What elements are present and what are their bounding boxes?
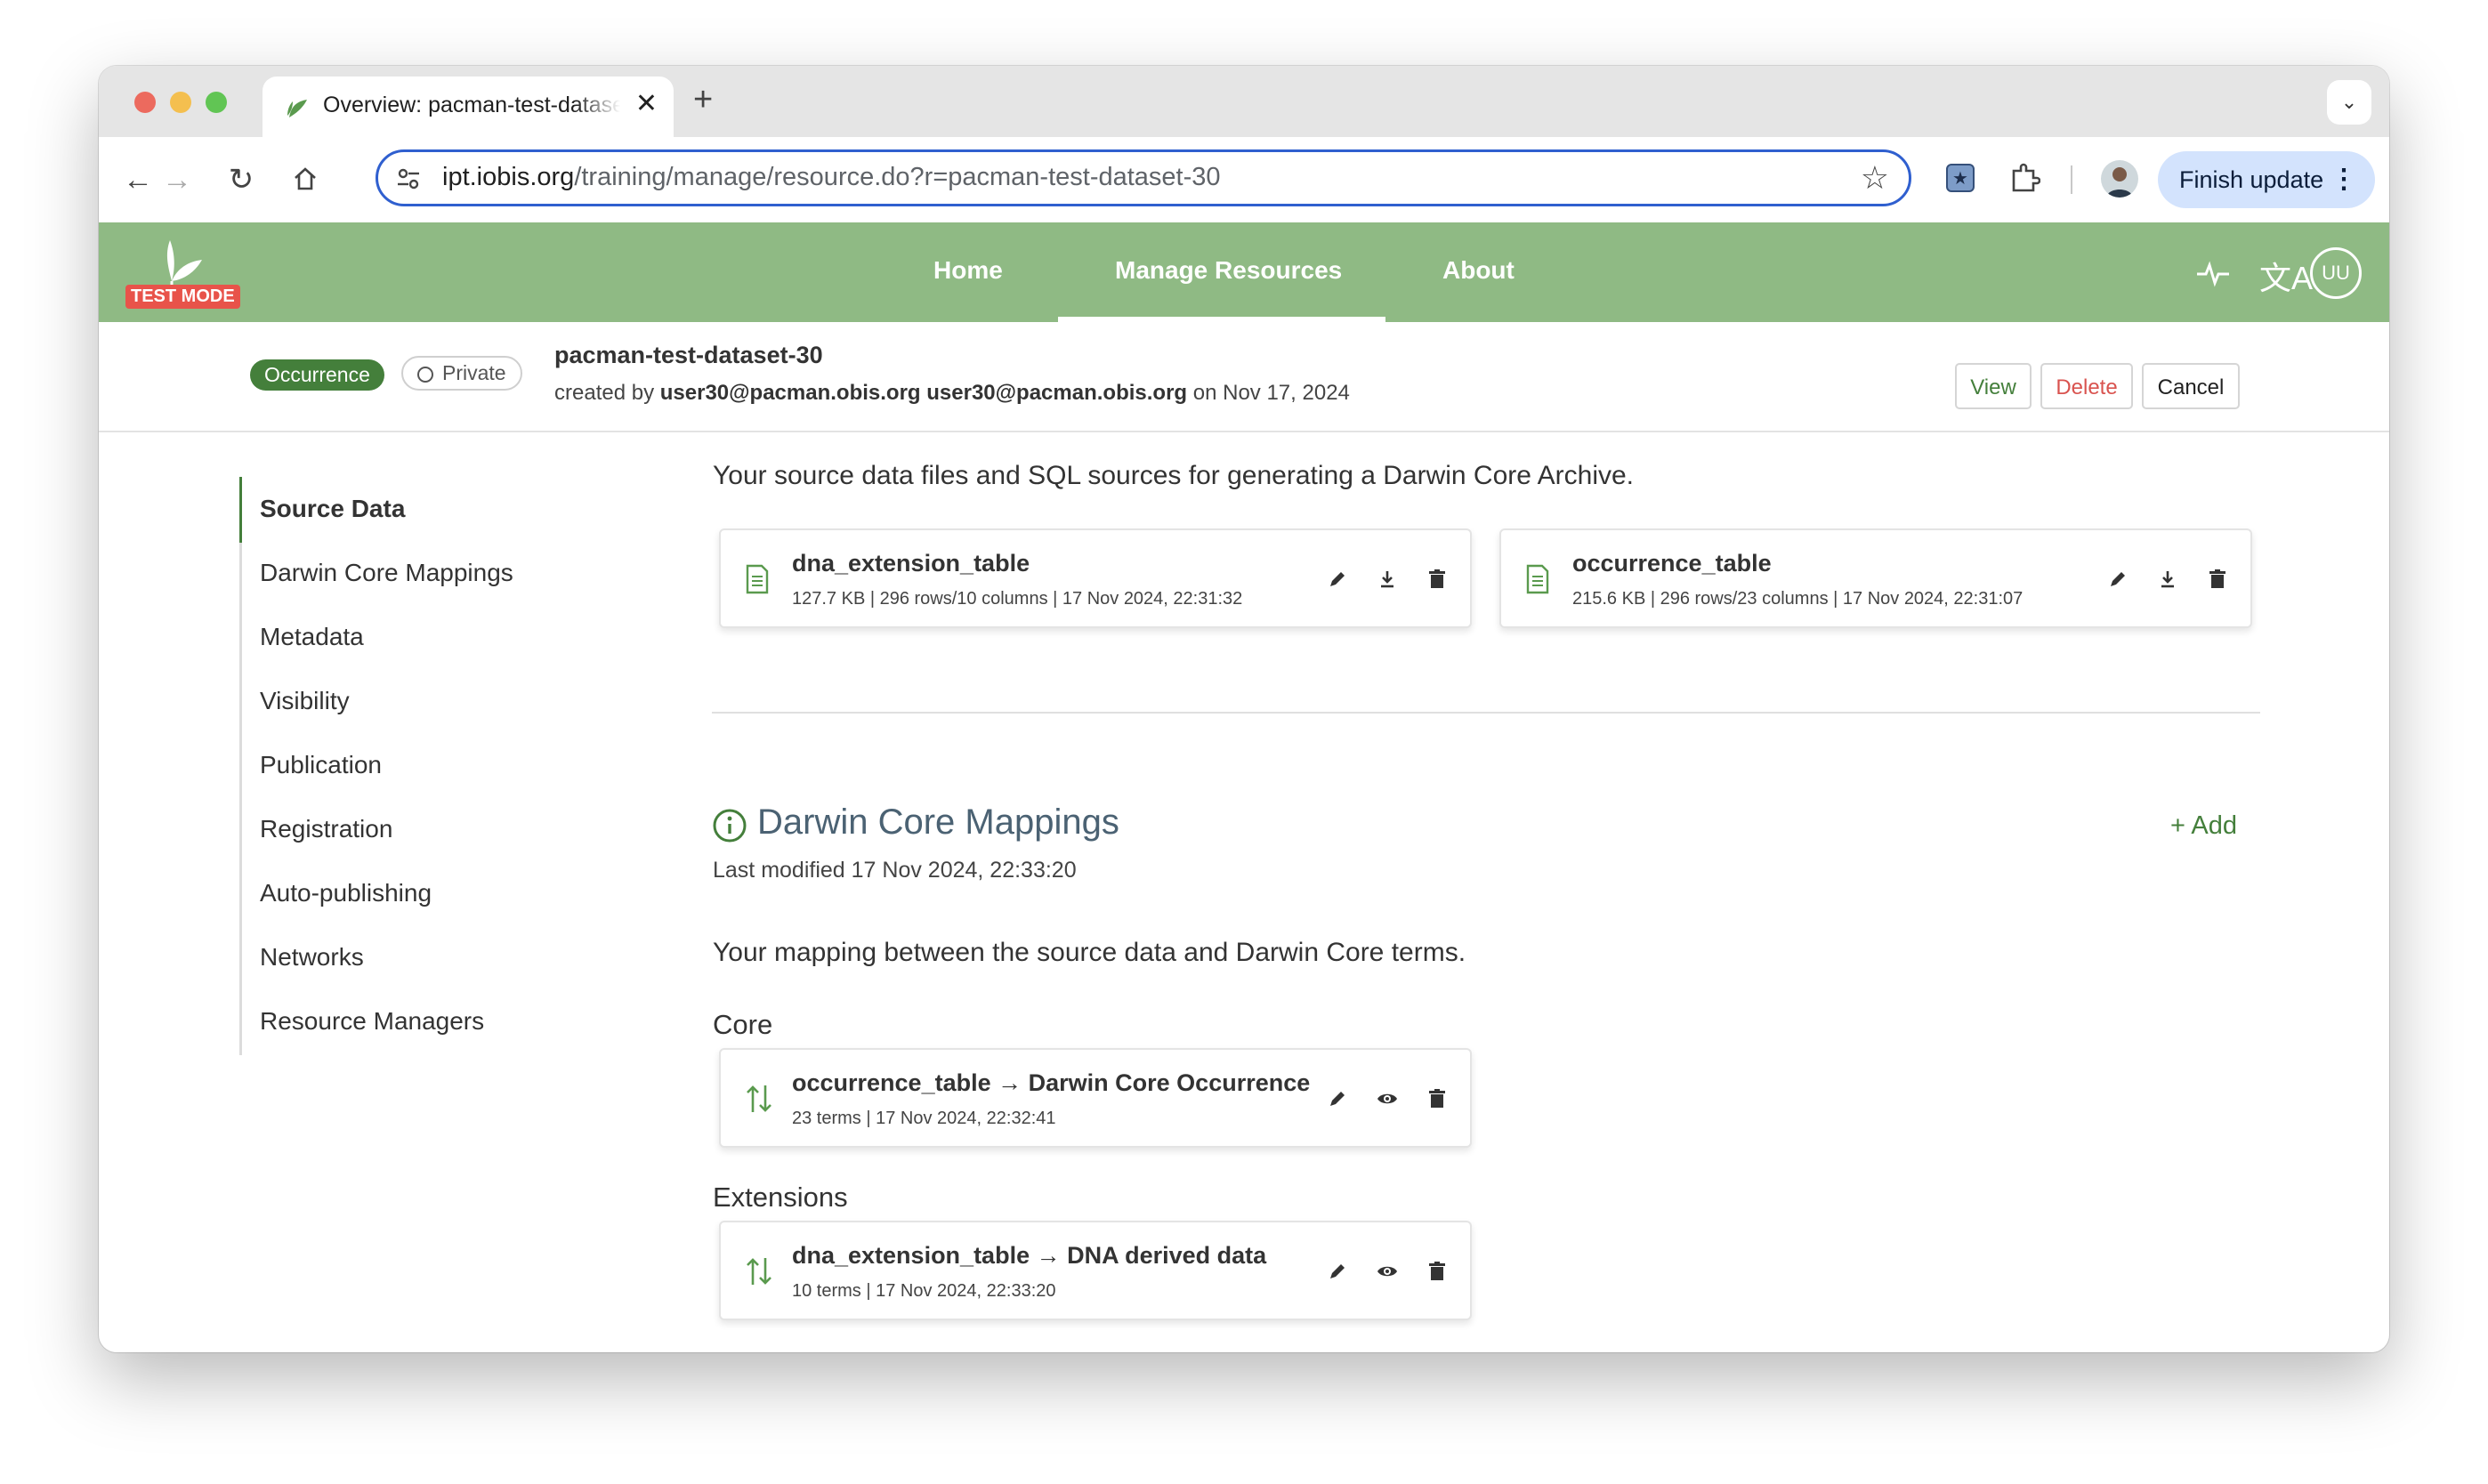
tab-search-chevron-icon[interactable]: ⌄ bbox=[2327, 80, 2371, 125]
cancel-button[interactable]: Cancel bbox=[2142, 363, 2240, 409]
source-file-meta: 127.7 KB | 296 rows/10 columns | 17 Nov … bbox=[792, 589, 1243, 609]
radio-circle-icon bbox=[417, 367, 433, 383]
user-avatar[interactable]: UU bbox=[2310, 247, 2362, 299]
bookmark-star-icon[interactable]: ☆ bbox=[1861, 159, 1889, 197]
sidebar-item-resource-managers[interactable]: Resource Managers bbox=[260, 1007, 484, 1036]
trash-icon[interactable] bbox=[1426, 1087, 1449, 1110]
browser-toolbar: ← → ↻ ipt.iobis.org/training/manage/reso… bbox=[99, 137, 2389, 222]
translate-icon[interactable]: 文A bbox=[2259, 253, 2313, 299]
mapping-title: occurrence_table → Darwin Core Occurrenc… bbox=[792, 1069, 1311, 1096]
sidebar-item-auto-publishing[interactable]: Auto-publishing bbox=[260, 879, 432, 907]
nav-about[interactable]: About bbox=[1442, 256, 1515, 285]
sidebar-item-visibility[interactable]: Visibility bbox=[260, 687, 350, 715]
mappings-intro: Your mapping between the source data and… bbox=[713, 938, 1466, 967]
source-file-card[interactable]: dna_extension_table 127.7 KB | 296 rows/… bbox=[719, 528, 1472, 628]
edit-pencil-icon[interactable] bbox=[1326, 568, 1349, 591]
resource-created-by: created by user30@pacman.obis.org user30… bbox=[554, 381, 1350, 405]
extension-mapping-card[interactable]: dna_extension_table → DNA derived data 1… bbox=[719, 1221, 1472, 1320]
core-mapping-card[interactable]: occurrence_table → Darwin Core Occurrenc… bbox=[719, 1048, 1472, 1148]
edit-pencil-icon[interactable] bbox=[1326, 1087, 1349, 1110]
mappings-last-modified: Last modified 17 Nov 2024, 22:33:20 bbox=[713, 858, 1077, 883]
nav-manage-resources[interactable]: Manage Resources bbox=[1115, 256, 1342, 285]
extensions-puzzle-icon[interactable] bbox=[2008, 162, 2040, 194]
download-icon[interactable] bbox=[2156, 568, 2179, 591]
sidebar-item-publication[interactable]: Publication bbox=[260, 751, 382, 779]
delete-button[interactable]: Delete bbox=[2040, 363, 2133, 409]
sidebar-item-metadata[interactable]: Metadata bbox=[260, 623, 364, 651]
sidebar-item-registration[interactable]: Registration bbox=[260, 815, 392, 843]
new-tab-button[interactable]: + bbox=[693, 80, 713, 119]
app-navbar: TEST MODE Home Manage Resources About 文A… bbox=[99, 222, 2389, 322]
sidebar-item-darwin-core-mappings[interactable]: Darwin Core Mappings bbox=[260, 559, 513, 587]
visibility-badge: Private bbox=[401, 356, 522, 391]
edit-pencil-icon[interactable] bbox=[2106, 568, 2129, 591]
trash-icon[interactable] bbox=[2206, 568, 2229, 591]
extensions-heading: Extensions bbox=[713, 1182, 848, 1213]
browser-window: Overview: pacman-test-dataset-30 ✕ + ⌄ ←… bbox=[99, 66, 2389, 1352]
site-settings-icon[interactable] bbox=[396, 166, 421, 191]
sidebar-active-indicator bbox=[239, 477, 242, 543]
resource-sidebar: Source Data Darwin Core Mappings Metadat… bbox=[239, 477, 598, 1055]
document-icon bbox=[746, 564, 769, 594]
source-file-card[interactable]: occurrence_table 215.6 KB | 296 rows/23 … bbox=[1499, 528, 2252, 628]
edit-pencil-icon[interactable] bbox=[1326, 1260, 1349, 1283]
document-icon bbox=[1526, 564, 1549, 594]
test-mode-badge: TEST MODE bbox=[125, 285, 240, 309]
tab-title: Overview: pacman-test-dataset-30 bbox=[323, 93, 620, 117]
eye-icon[interactable] bbox=[1376, 1087, 1399, 1110]
source-file-name: dna_extension_table bbox=[792, 550, 1030, 577]
info-icon[interactable] bbox=[712, 808, 747, 843]
core-heading: Core bbox=[713, 1009, 773, 1040]
download-icon[interactable] bbox=[1376, 568, 1399, 591]
minimize-window-button[interactable] bbox=[170, 92, 191, 113]
source-file-name: occurrence_table bbox=[1572, 550, 1772, 577]
svg-text:★: ★ bbox=[1952, 167, 1968, 189]
sort-arrows-icon bbox=[747, 1085, 771, 1112]
trash-icon[interactable] bbox=[1426, 1260, 1449, 1283]
zoom-window-button[interactable] bbox=[206, 92, 227, 113]
browser-tab[interactable]: Overview: pacman-test-dataset-30 ✕ bbox=[263, 77, 674, 137]
type-badge: Occurrence bbox=[250, 359, 384, 391]
resource-name: pacman-test-dataset-30 bbox=[554, 342, 823, 368]
sidebar-item-networks[interactable]: Networks bbox=[260, 943, 364, 972]
mapping-meta: 10 terms | 17 Nov 2024, 22:33:20 bbox=[792, 1281, 1056, 1301]
tab-close-icon[interactable]: ✕ bbox=[635, 89, 658, 119]
source-file-meta: 215.6 KB | 296 rows/23 columns | 17 Nov … bbox=[1572, 589, 2024, 609]
eye-icon[interactable] bbox=[1376, 1260, 1399, 1283]
sidebar-item-source-data[interactable]: Source Data bbox=[260, 495, 405, 523]
resource-header: Occurrence Private pacman-test-dataset-3… bbox=[99, 322, 2389, 432]
close-window-button[interactable] bbox=[134, 92, 156, 113]
gbif-leaf-icon bbox=[287, 100, 307, 117]
mapping-meta: 23 terms | 17 Nov 2024, 22:32:41 bbox=[792, 1109, 1056, 1128]
home-icon[interactable] bbox=[282, 157, 328, 203]
mappings-section-title: Darwin Core Mappings bbox=[757, 802, 1119, 842]
toolbar-separator bbox=[2071, 165, 2072, 194]
nav-home[interactable]: Home bbox=[933, 256, 1003, 285]
forward-arrow-icon[interactable]: → bbox=[154, 157, 200, 203]
trash-icon[interactable] bbox=[1426, 568, 1449, 591]
address-bar[interactable]: ipt.iobis.org/training/manage/resource.d… bbox=[376, 149, 1911, 206]
add-mapping-button[interactable]: + Add bbox=[2170, 811, 2237, 841]
profile-avatar[interactable] bbox=[2101, 160, 2138, 198]
reload-icon[interactable]: ↻ bbox=[218, 157, 264, 203]
source-data-intro: Your source data files and SQL sources f… bbox=[713, 461, 1634, 490]
url-text: ipt.iobis.org/training/manage/resource.d… bbox=[442, 163, 1221, 191]
view-button[interactable]: View bbox=[1955, 363, 2032, 409]
finish-update-button[interactable]: Finish update ⋮ bbox=[2158, 151, 2375, 208]
extension-star-icon[interactable]: ★ bbox=[1944, 162, 1976, 194]
mapping-title: dna_extension_table → DNA derived data bbox=[792, 1242, 1267, 1269]
section-divider bbox=[712, 712, 2260, 714]
health-pulse-icon[interactable] bbox=[2195, 258, 2231, 288]
sort-arrows-icon bbox=[747, 1258, 771, 1285]
tab-strip: Overview: pacman-test-dataset-30 ✕ + ⌄ bbox=[99, 66, 2389, 137]
